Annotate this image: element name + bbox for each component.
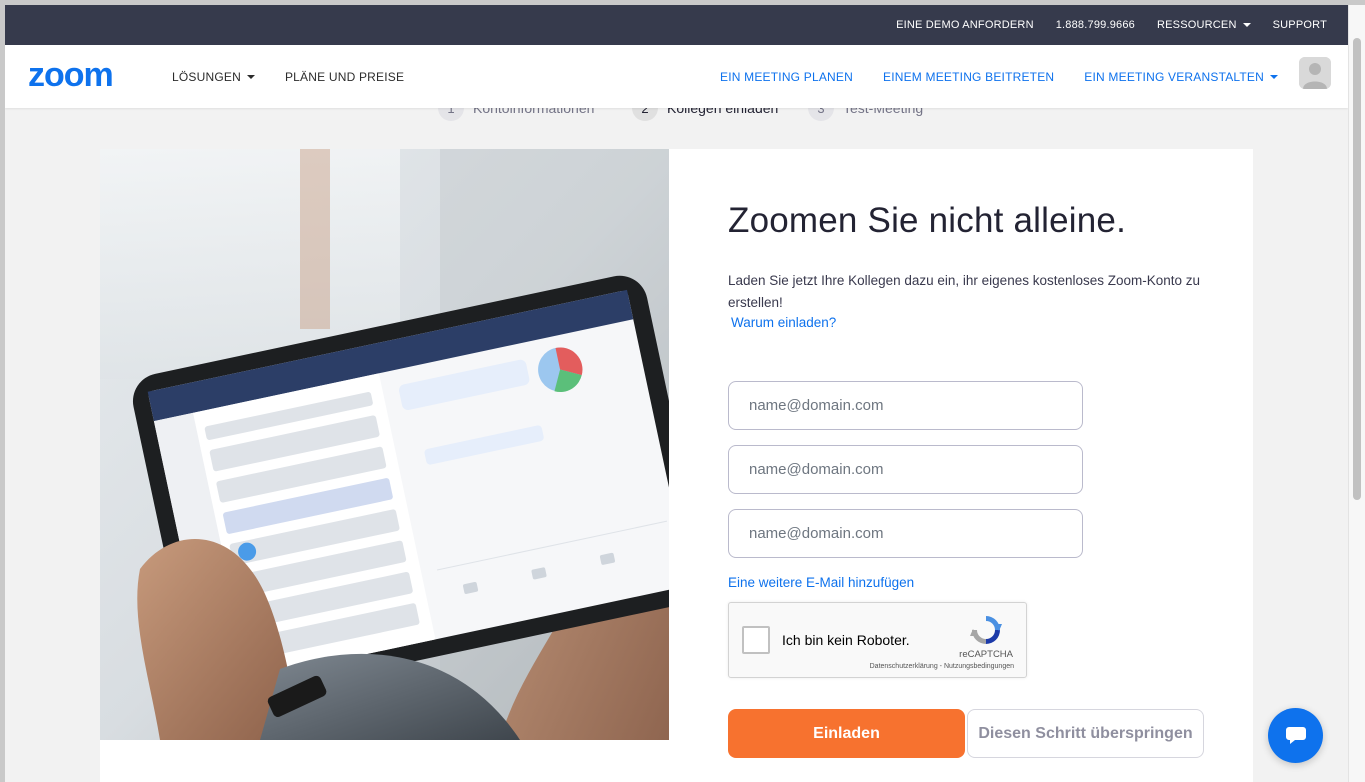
request-demo-link[interactable]: EINE DEMO ANFORDERN: [896, 19, 1034, 31]
nav-left-group: LÖSUNGEN PLÄNE UND PREISE: [172, 45, 434, 108]
invite-button[interactable]: Einladen: [728, 709, 965, 758]
host-meeting-label: EIN MEETING VERANSTALTEN: [1084, 69, 1264, 84]
recaptcha-checkbox[interactable]: [742, 626, 770, 654]
recaptcha-terms-link[interactable]: Datenschutzerklärung - Nutzungsbedingung…: [870, 663, 1014, 670]
logo-text: zoom: [28, 62, 113, 90]
plans-pricing-link[interactable]: PLÄNE UND PREISE: [285, 70, 404, 84]
recaptcha-logo-icon: [969, 613, 1003, 652]
support-link[interactable]: SUPPORT: [1273, 19, 1327, 31]
page-scrollbar[interactable]: [1348, 5, 1365, 782]
email-field-2[interactable]: [728, 445, 1083, 494]
host-meeting-menu[interactable]: EIN MEETING VERANSTALTEN: [1084, 70, 1278, 84]
photo-card-footer: [100, 740, 669, 782]
user-avatar-icon[interactable]: [1299, 57, 1331, 89]
browser-viewport: EINE DEMO ANFORDERN 1.888.799.9666 RESSO…: [5, 5, 1348, 782]
scrollbar-thumb[interactable]: [1353, 38, 1361, 500]
why-invite-link[interactable]: Warum einladen?: [731, 315, 836, 330]
chat-bubble-icon[interactable]: [1268, 708, 1323, 763]
skip-step-button[interactable]: Diesen Schritt überspringen: [967, 709, 1204, 758]
hero-photo-tablet: [100, 149, 669, 740]
email-field-1[interactable]: [728, 381, 1083, 430]
page-title: Zoomen Sie nicht alleine.: [728, 201, 1126, 240]
chevron-down-icon: [1242, 23, 1251, 27]
add-email-link[interactable]: Eine weitere E-Mail hinzufügen: [728, 575, 914, 590]
resources-label: RESSOURCEN: [1156, 19, 1237, 31]
chevron-down-icon: [1270, 74, 1278, 79]
invite-form-card: Zoomen Sie nicht alleine. Laden Sie jetz…: [669, 149, 1253, 782]
zoom-logo[interactable]: zoom: [28, 56, 138, 95]
recaptcha-label: Ich bin kein Roboter.: [782, 632, 910, 648]
main-navigation: zoom LÖSUNGEN PLÄNE UND PREISE EIN MEETI…: [5, 45, 1348, 108]
phone-number-link[interactable]: 1.888.799.9666: [1056, 19, 1135, 31]
chevron-down-icon: [246, 74, 255, 79]
invite-description: Laden Sie jetzt Ihre Kollegen dazu ein, …: [728, 273, 1201, 310]
top-utility-bar: EINE DEMO ANFORDERN 1.888.799.9666 RESSO…: [5, 5, 1348, 45]
nav-right-group: EIN MEETING PLANEN EINEM MEETING BEITRET…: [690, 45, 1278, 108]
recaptcha-widget: Ich bin kein Roboter. reCAPTCHA Datensch…: [728, 602, 1027, 678]
schedule-meeting-link[interactable]: EIN MEETING PLANEN: [720, 70, 853, 84]
solutions-label: LÖSUNGEN: [172, 69, 241, 84]
join-meeting-link[interactable]: EINEM MEETING BEITRETEN: [883, 70, 1054, 84]
resources-menu[interactable]: RESSOURCEN: [1157, 19, 1251, 31]
solutions-menu[interactable]: LÖSUNGEN: [172, 70, 255, 84]
email-field-3[interactable]: [728, 509, 1083, 558]
recaptcha-brand: reCAPTCHA: [959, 649, 1013, 660]
